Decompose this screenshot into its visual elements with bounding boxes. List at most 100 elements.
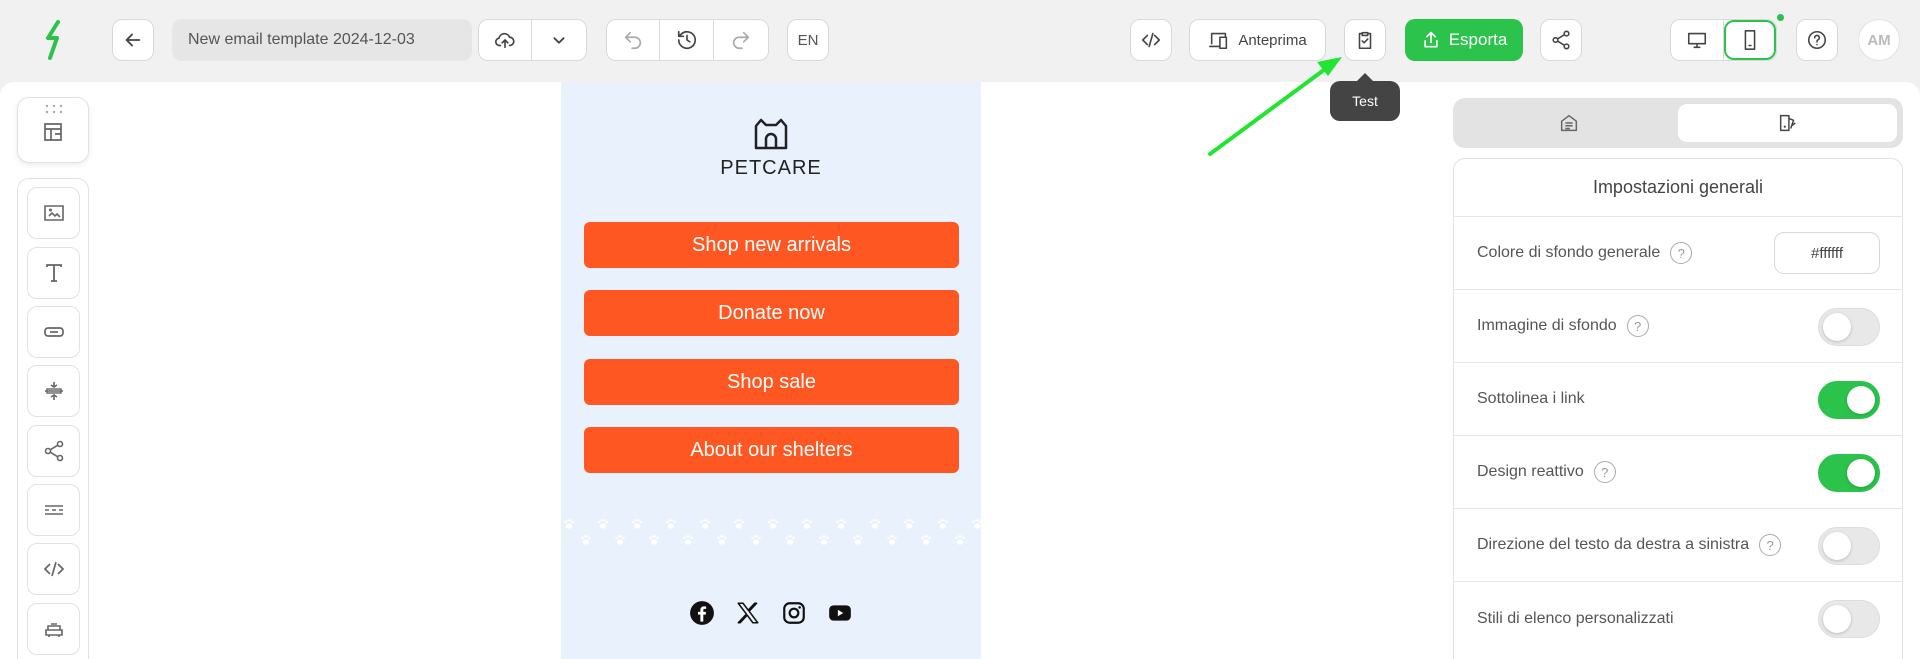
redo-button[interactable] xyxy=(714,20,768,60)
paw-print xyxy=(666,519,676,528)
cta-button-shop-new-arrivals[interactable]: Shop new arrivals xyxy=(584,222,959,268)
layout-icon xyxy=(41,120,65,144)
test-tooltip: Test xyxy=(1330,81,1400,121)
youtube-icon[interactable] xyxy=(827,600,853,631)
paw-print xyxy=(887,535,897,544)
notification-dot xyxy=(1777,14,1784,21)
save-cloud-button[interactable] xyxy=(479,20,532,60)
html-block[interactable] xyxy=(27,543,80,595)
blocks-toggle[interactable] xyxy=(17,97,89,163)
code-icon xyxy=(42,557,66,581)
button-block[interactable] xyxy=(27,306,80,358)
instagram-icon[interactable] xyxy=(781,600,807,631)
setting-label: Colore di sfondo generale xyxy=(1477,244,1660,262)
user-avatar[interactable]: AM xyxy=(1858,19,1900,61)
social-links xyxy=(561,600,981,631)
code-view-button[interactable] xyxy=(1130,19,1172,61)
setting-label: Sottolinea i link xyxy=(1477,390,1585,408)
top-toolbar: New email template 2024-12-03 EN Antepri… xyxy=(0,0,1920,80)
test-button[interactable] xyxy=(1344,19,1386,61)
template-name-input[interactable]: New email template 2024-12-03 xyxy=(172,19,472,61)
chevron-down-icon xyxy=(548,29,570,51)
preview-button[interactable]: Anteprima xyxy=(1189,19,1326,61)
clipboard-check-icon xyxy=(1354,29,1376,51)
image-block[interactable] xyxy=(27,187,80,239)
divider-block[interactable] xyxy=(27,484,80,536)
underline-links-toggle[interactable] xyxy=(1818,381,1880,419)
desktop-view-button[interactable] xyxy=(1671,20,1724,60)
paw-print xyxy=(751,535,761,544)
help-button[interactable] xyxy=(1796,19,1838,61)
paw-print xyxy=(649,535,659,544)
background-color-input[interactable]: #ffffff xyxy=(1774,232,1880,274)
button-icon xyxy=(42,320,66,344)
paw-print xyxy=(853,535,863,544)
paw-print xyxy=(581,535,591,544)
language-button[interactable]: EN xyxy=(787,19,829,61)
setting-label: Immagine di sfondo xyxy=(1477,317,1617,335)
save-options-dropdown[interactable] xyxy=(532,20,586,60)
export-button[interactable]: Esporta xyxy=(1405,19,1523,61)
facebook-icon[interactable] xyxy=(689,600,715,631)
paw-print xyxy=(785,535,795,544)
tab-general-settings[interactable] xyxy=(1678,104,1897,142)
setting-label: Direzione del testo da destra a sinistra xyxy=(1477,536,1749,554)
paw-print xyxy=(819,535,829,544)
help-icon xyxy=(1806,29,1828,51)
history-button[interactable] xyxy=(660,20,713,60)
tab-block-settings[interactable] xyxy=(1459,104,1678,142)
text-block[interactable] xyxy=(27,247,80,299)
petcare-logo[interactable]: PETCARE xyxy=(561,118,981,180)
content-blocks-panel xyxy=(17,178,89,659)
settings-title: Impostazioni generali xyxy=(1454,159,1902,217)
history-group xyxy=(606,19,769,61)
responsive-design-toggle[interactable] xyxy=(1818,454,1880,492)
paw-print xyxy=(836,519,846,528)
share-upload-icon xyxy=(1421,30,1441,50)
setting-custom-list-styles: Stili di elenco personalizzati xyxy=(1454,582,1902,655)
cta-button-about-shelters[interactable]: About our shelters xyxy=(584,427,959,473)
back-button[interactable] xyxy=(112,19,154,61)
devices-icon xyxy=(1208,29,1230,51)
paw-print xyxy=(683,535,693,544)
undo-icon xyxy=(622,29,644,51)
cat-house-icon xyxy=(751,118,791,150)
cta-button-shop-sale[interactable]: Shop sale xyxy=(584,359,959,405)
setting-rtl-direction: Direzione del testo da destra a sinistra… xyxy=(1454,509,1902,582)
share-button[interactable] xyxy=(1540,19,1582,61)
history-icon xyxy=(676,29,698,51)
custom-list-styles-toggle[interactable] xyxy=(1818,600,1880,638)
mobile-view-button[interactable] xyxy=(1724,20,1776,60)
spacer-block[interactable] xyxy=(27,365,80,417)
help-icon[interactable]: ? xyxy=(1670,242,1692,264)
social-block[interactable] xyxy=(27,425,80,477)
setting-underline-links: Sottolinea i link xyxy=(1454,363,1902,436)
paw-print xyxy=(615,535,625,544)
export-label: Esporta xyxy=(1449,30,1508,50)
module-block[interactable] xyxy=(27,603,80,655)
background-image-toggle[interactable] xyxy=(1818,308,1880,346)
help-icon[interactable]: ? xyxy=(1759,534,1781,556)
drag-handle-icon xyxy=(44,104,64,114)
undo-button[interactable] xyxy=(607,20,660,60)
setting-background-image: Immagine di sfondo? xyxy=(1454,290,1902,363)
arrow-left-icon xyxy=(122,29,144,51)
cloud-upload-icon xyxy=(494,29,516,51)
help-icon[interactable]: ? xyxy=(1594,461,1616,483)
share-icon xyxy=(42,439,66,463)
module-icon xyxy=(42,617,66,641)
email-preview: PETCARE Shop new arrivals Donate now Sho… xyxy=(561,82,981,659)
setting-background-color: Colore di sfondo generale? #ffffff xyxy=(1454,217,1902,290)
brand-name: PETCARE xyxy=(561,157,981,180)
x-icon[interactable] xyxy=(735,600,761,631)
paw-print xyxy=(717,535,727,544)
image-icon xyxy=(42,201,66,225)
paw-pattern-divider xyxy=(561,514,981,554)
paw-print xyxy=(921,535,931,544)
preview-label: Anteprima xyxy=(1238,32,1306,49)
rtl-direction-toggle[interactable] xyxy=(1818,527,1880,565)
help-icon[interactable]: ? xyxy=(1627,315,1649,337)
app-logo-icon xyxy=(40,18,70,62)
setting-label: Design reattivo xyxy=(1477,463,1584,481)
cta-button-donate[interactable]: Donate now xyxy=(584,290,959,336)
